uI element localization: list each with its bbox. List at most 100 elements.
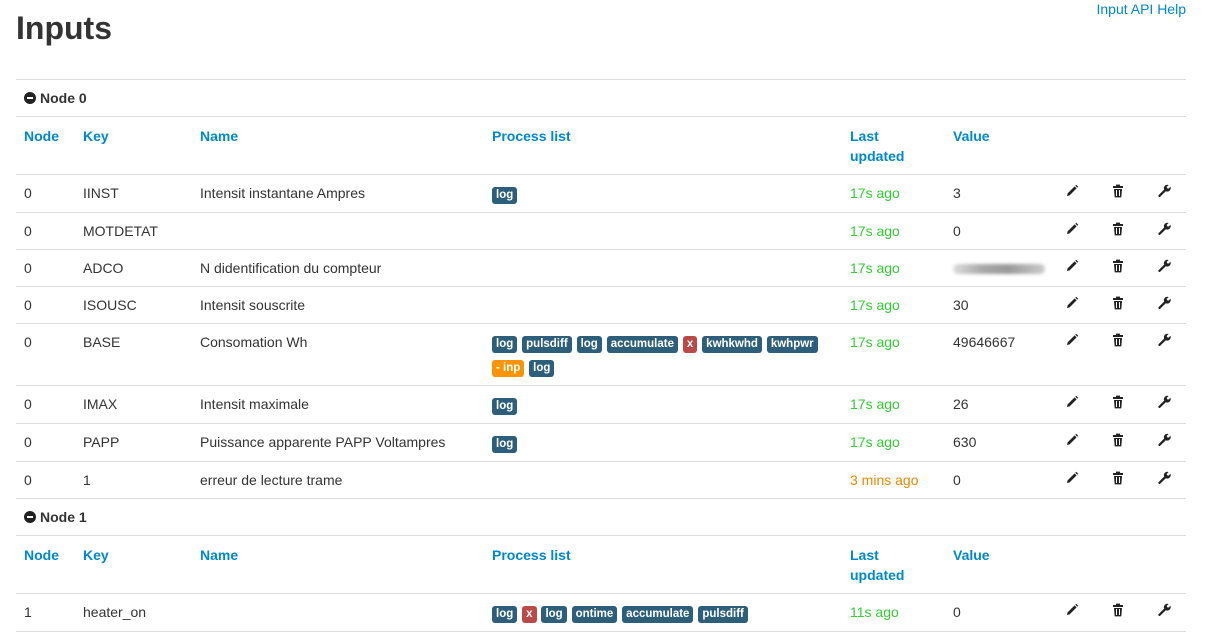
row-name[interactable]: Intensit maximale xyxy=(192,385,484,424)
row-process-list[interactable] xyxy=(484,249,842,287)
col-value[interactable]: Value xyxy=(945,116,1049,175)
row-node: 0 xyxy=(16,385,75,424)
row-name[interactable]: Consomation Wh xyxy=(192,323,484,386)
delete-button[interactable] xyxy=(1095,286,1141,324)
delete-button[interactable] xyxy=(1095,212,1141,250)
row-key: ISOUSC xyxy=(75,286,192,324)
row-name[interactable] xyxy=(192,593,484,632)
col-key[interactable]: Key xyxy=(75,116,192,175)
row-node: 0 xyxy=(16,423,75,462)
row-name[interactable] xyxy=(192,212,484,250)
process-config-button[interactable] xyxy=(1141,174,1187,213)
process-config-button[interactable] xyxy=(1141,323,1187,386)
table-row: 0 BASE Consomation Wh log pulsdiff log accu… xyxy=(16,323,1187,386)
col-last-updated[interactable]: Last updated xyxy=(842,535,945,594)
row-name[interactable]: Puissance apparente PAPP Voltampres xyxy=(192,423,484,462)
edit-button[interactable] xyxy=(1049,323,1095,386)
edit-button[interactable] xyxy=(1049,286,1095,324)
node-group-header[interactable]: Node 0 xyxy=(16,79,1187,117)
edit-button[interactable] xyxy=(1049,212,1095,250)
row-node: 0 xyxy=(16,323,75,386)
node-group-header[interactable]: Node 1 xyxy=(16,498,1187,536)
col-process-list[interactable]: Process list xyxy=(484,116,842,175)
row-process-list[interactable] xyxy=(484,461,842,499)
row-process-list[interactable] xyxy=(484,286,842,324)
process-config-button[interactable] xyxy=(1141,286,1187,324)
delete-button[interactable] xyxy=(1095,323,1141,386)
process-config-button[interactable] xyxy=(1141,461,1187,499)
col-node[interactable]: Node xyxy=(16,116,75,175)
row-value: 0 xyxy=(945,461,1049,499)
row-key: BASE xyxy=(75,323,192,386)
process-label: log xyxy=(492,398,518,415)
col-node[interactable]: Node xyxy=(16,535,75,594)
process-config-button[interactable] xyxy=(1141,249,1187,287)
delete-button[interactable] xyxy=(1095,461,1141,499)
edit-button[interactable] xyxy=(1049,385,1095,424)
minus-circle-icon[interactable] xyxy=(24,92,36,104)
row-name[interactable]: Intensit souscrite xyxy=(192,286,484,324)
column-header-row: Node Key Name Process list Last updated Value xyxy=(16,116,1187,175)
inputs-panel: Node 0 Node Key Name Process list Last updated… xyxy=(16,79,1187,632)
row-name[interactable]: Intensit instantane Ampres xyxy=(192,174,484,213)
wrench-icon xyxy=(1157,433,1171,446)
process-label: ontime xyxy=(571,606,618,623)
process-label: log xyxy=(576,336,602,353)
delete-button[interactable] xyxy=(1095,174,1141,213)
process-label: log xyxy=(492,436,518,453)
edit-button[interactable] xyxy=(1049,461,1095,499)
row-process-list[interactable]: log x log ontime accumulate pulsdiff xyxy=(484,593,842,632)
col-last-updated-line1: Last xyxy=(850,547,879,563)
col-actions-delete xyxy=(1095,116,1141,175)
row-value: 30 xyxy=(945,286,1049,324)
minus-circle-icon[interactable] xyxy=(24,511,36,523)
row-process-list[interactable]: log xyxy=(484,423,842,462)
process-label: x xyxy=(682,336,698,353)
pencil-icon xyxy=(1067,471,1079,483)
col-last-updated[interactable]: Last updated xyxy=(842,116,945,175)
edit-button[interactable] xyxy=(1049,593,1095,632)
process-config-button[interactable] xyxy=(1141,385,1187,424)
row-process-list[interactable]: log pulsdiff log accumulate x kwhkwhd kw… xyxy=(484,323,842,386)
row-value: 630 xyxy=(945,423,1049,462)
pencil-icon xyxy=(1067,333,1079,345)
row-value: 0 xyxy=(945,593,1049,632)
process-label: accumulate xyxy=(622,606,694,623)
row-last-updated: 17s ago xyxy=(842,323,945,386)
row-name[interactable]: N didentification du compteur xyxy=(192,249,484,287)
row-value xyxy=(945,249,1049,287)
pencil-icon xyxy=(1067,184,1079,196)
input-api-help-link[interactable]: Input API Help xyxy=(1096,1,1186,17)
col-name[interactable]: Name xyxy=(192,116,484,175)
row-process-list[interactable] xyxy=(484,212,842,250)
row-process-list[interactable]: log xyxy=(484,174,842,213)
delete-button[interactable] xyxy=(1095,385,1141,424)
row-value: 26 xyxy=(945,385,1049,424)
col-process-list[interactable]: Process list xyxy=(484,535,842,594)
trash-icon xyxy=(1113,433,1123,447)
process-config-button[interactable] xyxy=(1141,593,1187,632)
process-config-button[interactable] xyxy=(1141,423,1187,462)
edit-button[interactable] xyxy=(1049,423,1095,462)
col-last-updated-line2: updated xyxy=(850,148,905,164)
delete-button[interactable] xyxy=(1095,249,1141,287)
page-title: Inputs xyxy=(16,10,112,46)
process-config-button[interactable] xyxy=(1141,212,1187,250)
row-name[interactable]: erreur de lecture trame xyxy=(192,461,484,499)
process-label: log xyxy=(541,606,567,623)
row-key: heater_on xyxy=(75,593,192,632)
edit-button[interactable] xyxy=(1049,249,1095,287)
col-name[interactable]: Name xyxy=(192,535,484,594)
delete-button[interactable] xyxy=(1095,593,1141,632)
row-key: MOTDETAT xyxy=(75,212,192,250)
col-actions-process xyxy=(1141,535,1187,594)
col-key[interactable]: Key xyxy=(75,535,192,594)
row-process-list[interactable]: log xyxy=(484,385,842,424)
col-value[interactable]: Value xyxy=(945,535,1049,594)
edit-button[interactable] xyxy=(1049,174,1095,213)
row-key: ADCO xyxy=(75,249,192,287)
delete-button[interactable] xyxy=(1095,423,1141,462)
table-row: 0 1 erreur de lecture trame 3 mins ago 0 xyxy=(16,461,1187,499)
pencil-icon xyxy=(1067,603,1079,615)
table-row: 0 IMAX Intensit maximale log 17s ago 26 xyxy=(16,385,1187,424)
